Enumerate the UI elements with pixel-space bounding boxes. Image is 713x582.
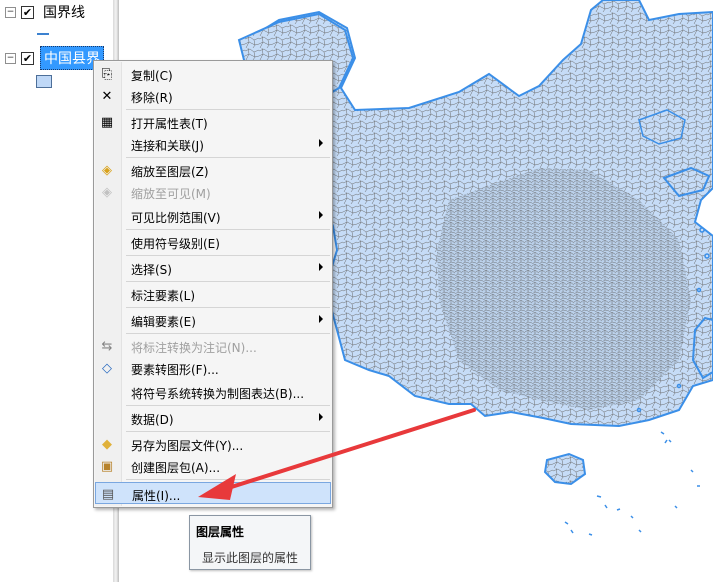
- menu-item-label: 使用符号级别(E): [131, 237, 220, 251]
- menu-tooltip: 图层属性 显示此图层的属性: [189, 515, 311, 570]
- menu-item-label: 要素转图形(F)...: [131, 363, 219, 377]
- copy-icon: ⎘: [101, 66, 113, 82]
- submenu-arrow-icon: [319, 263, 323, 271]
- south-sea-islands: [564, 431, 700, 536]
- menu-item-label: 打开属性表(T): [131, 117, 208, 131]
- menu-item-label-features[interactable]: 标注要素(L): [95, 283, 331, 305]
- menu-item-label: 移除(R): [131, 91, 173, 105]
- layer-name-boundary[interactable]: 国界线: [40, 1, 88, 23]
- menu-separator: [126, 109, 330, 110]
- table-icon: ▦: [100, 114, 114, 130]
- menu-item-label: 创建图层包(A)...: [131, 461, 221, 475]
- menu-item-convert-symbology[interactable]: 将符号系统转换为制图表达(B)...: [95, 381, 331, 403]
- menu-separator: [126, 255, 330, 256]
- menu-item-label: 缩放至图层(Z): [131, 165, 209, 179]
- menu-item-edit-features[interactable]: 编辑要素(E): [95, 309, 331, 331]
- menu-item-label: 选择(S): [131, 263, 172, 277]
- menu-item-label: 连接和关联(J): [131, 139, 204, 153]
- menu-item-copy[interactable]: ⎘ 复制(C): [95, 63, 331, 85]
- menu-item-label: 另存为图层文件(Y)...: [131, 439, 244, 453]
- menu-item-save-as-layer-file[interactable]: ◆ 另存为图层文件(Y)...: [95, 433, 331, 455]
- menu-item-remove[interactable]: ✕ 移除(R): [95, 85, 331, 107]
- collapse-toggle[interactable]: −: [5, 52, 16, 64]
- menu-separator: [126, 157, 330, 158]
- menu-item-open-attribute-table[interactable]: ▦ 打开属性表(T): [95, 111, 331, 133]
- toc-layer-row-counties[interactable]: − ✔ 中国县界: [0, 46, 104, 70]
- polygon-symbol-icon: [36, 75, 52, 88]
- submenu-arrow-icon: [319, 315, 323, 323]
- submenu-arrow-icon: [319, 211, 323, 219]
- tooltip-title: 图层属性: [196, 525, 245, 539]
- menu-item-label: 可见比例范围(V): [131, 211, 221, 225]
- save-layer-file-icon: ◆: [102, 436, 112, 452]
- menu-separator: [126, 479, 330, 480]
- layer-package-icon: ▣: [100, 458, 114, 474]
- menu-separator: [126, 229, 330, 230]
- convert-labels-icon: ⇆: [101, 338, 113, 354]
- menu-item-label: 将标注转换为注记(N)...: [131, 341, 257, 355]
- menu-item-zoom-to-visible[interactable]: ◈ 缩放至可见(M): [95, 181, 331, 203]
- toc-layer-row-boundary[interactable]: − ✔ 国界线: [0, 2, 88, 22]
- menu-item-zoom-to-layer[interactable]: ◈ 缩放至图层(Z): [95, 159, 331, 181]
- menu-item-create-layer-package[interactable]: ▣ 创建图层包(A)...: [95, 455, 331, 477]
- tooltip-description: 显示此图层的属性: [202, 551, 299, 565]
- menu-item-label: 标注要素(L): [131, 289, 196, 303]
- menu-item-features-to-graphics[interactable]: ◇ 要素转图形(F)...: [95, 357, 331, 379]
- line-symbol-icon: [37, 33, 49, 35]
- menu-separator: [126, 281, 330, 282]
- menu-item-convert-labels[interactable]: ⇆ 将标注转换为注记(N)...: [95, 335, 331, 357]
- menu-item-selection[interactable]: 选择(S): [95, 257, 331, 279]
- menu-item-joins-relates[interactable]: 连接和关联(J): [95, 133, 331, 155]
- menu-item-data[interactable]: 数据(D): [95, 407, 331, 429]
- submenu-arrow-icon: [319, 139, 323, 147]
- features-to-graphics-icon: ◇: [102, 360, 112, 376]
- menu-item-properties[interactable]: ▤ 属性(I)...: [95, 482, 331, 504]
- zoom-to-layer-icon: ◈: [102, 162, 112, 178]
- menu-item-use-symbol-levels[interactable]: 使用符号级别(E): [95, 231, 331, 253]
- layer-visibility-checkbox[interactable]: ✔: [21, 5, 34, 19]
- collapse-toggle[interactable]: −: [5, 6, 16, 18]
- zoom-to-visible-icon: ◈: [102, 184, 112, 200]
- menu-item-label: 缩放至可见(M): [131, 187, 211, 201]
- menu-item-label: 将符号系统转换为制图表达(B)...: [131, 387, 305, 401]
- menu-item-label: 复制(C): [131, 69, 173, 83]
- menu-separator: [126, 405, 330, 406]
- menu-separator: [126, 431, 330, 432]
- properties-icon: ▤: [101, 486, 115, 502]
- menu-item-label: 属性(I)...: [132, 489, 181, 503]
- remove-icon: ✕: [101, 88, 113, 104]
- menu-item-label: 数据(D): [131, 413, 174, 427]
- menu-item-label: 编辑要素(E): [131, 315, 196, 329]
- layer-context-menu: ⎘ 复制(C) ✕ 移除(R) ▦ 打开属性表(T) 连接和关联(J) ◈ 缩放…: [93, 60, 333, 508]
- hainan: [543, 452, 587, 486]
- menu-separator: [126, 333, 330, 334]
- menu-separator: [126, 307, 330, 308]
- submenu-arrow-icon: [319, 413, 323, 421]
- layer-visibility-checkbox[interactable]: ✔: [21, 51, 34, 65]
- menu-item-visible-scale-range[interactable]: 可见比例范围(V): [95, 205, 331, 227]
